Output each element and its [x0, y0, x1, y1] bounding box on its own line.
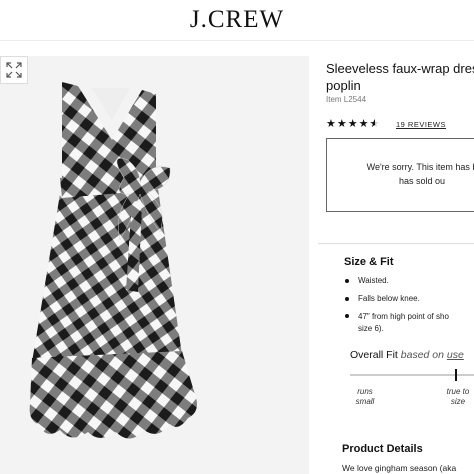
star-icon: ★: [358, 118, 370, 130]
site-header: J.CREW: [0, 0, 474, 38]
reviews-link[interactable]: 19 REVIEWS: [396, 120, 446, 129]
product-image-gallery[interactable]: [0, 56, 309, 474]
fit-scale-marker: [455, 369, 457, 381]
based-on-users-link[interactable]: use: [447, 349, 464, 361]
sold-out-text-line2: has sold ou: [398, 176, 446, 186]
star-icon: ★: [326, 118, 337, 130]
size-fit-list: Waisted. Falls below knee. 47" from high…: [344, 276, 474, 343]
product-image: [29, 82, 197, 439]
dress-skirt: [32, 175, 182, 362]
item-number: Item L2544: [326, 95, 367, 104]
list-item: Waisted.: [344, 276, 474, 286]
fit-scale-left-label: runs small: [355, 387, 375, 406]
star-icon: ★: [336, 118, 348, 130]
dress-ruffle: [29, 351, 197, 439]
product-info-panel: Sleeveless faux-wrap dress poplin Item L…: [318, 56, 474, 474]
star-rating: ★★★★★★: [326, 117, 380, 130]
sold-out-text-line1: We're sorry. This item has b: [366, 162, 474, 172]
list-item: 47" from high point of sho size 6).: [344, 311, 474, 335]
size-fit-heading: Size & Fit: [344, 256, 394, 268]
product-title: Sleeveless faux-wrap dress poplin: [326, 61, 474, 93]
header-divider: [0, 40, 474, 41]
section-divider: [318, 243, 474, 244]
brand-logo[interactable]: J.CREW: [0, 6, 474, 34]
list-item: Falls below knee.: [344, 294, 474, 304]
star-icon: ★: [347, 118, 359, 130]
sold-out-notice: We're sorry. This item has b has sold ou: [326, 138, 474, 212]
product-details-heading: Product Details: [342, 443, 423, 455]
fit-scale-right-label: true to size: [446, 387, 470, 406]
expand-icon[interactable]: [0, 56, 28, 84]
overall-fit-label: Overall Fit based on use: [350, 349, 464, 361]
half-star-icon: ★★: [369, 118, 381, 130]
product-details-text: We love gingham season (aka: [342, 463, 457, 473]
